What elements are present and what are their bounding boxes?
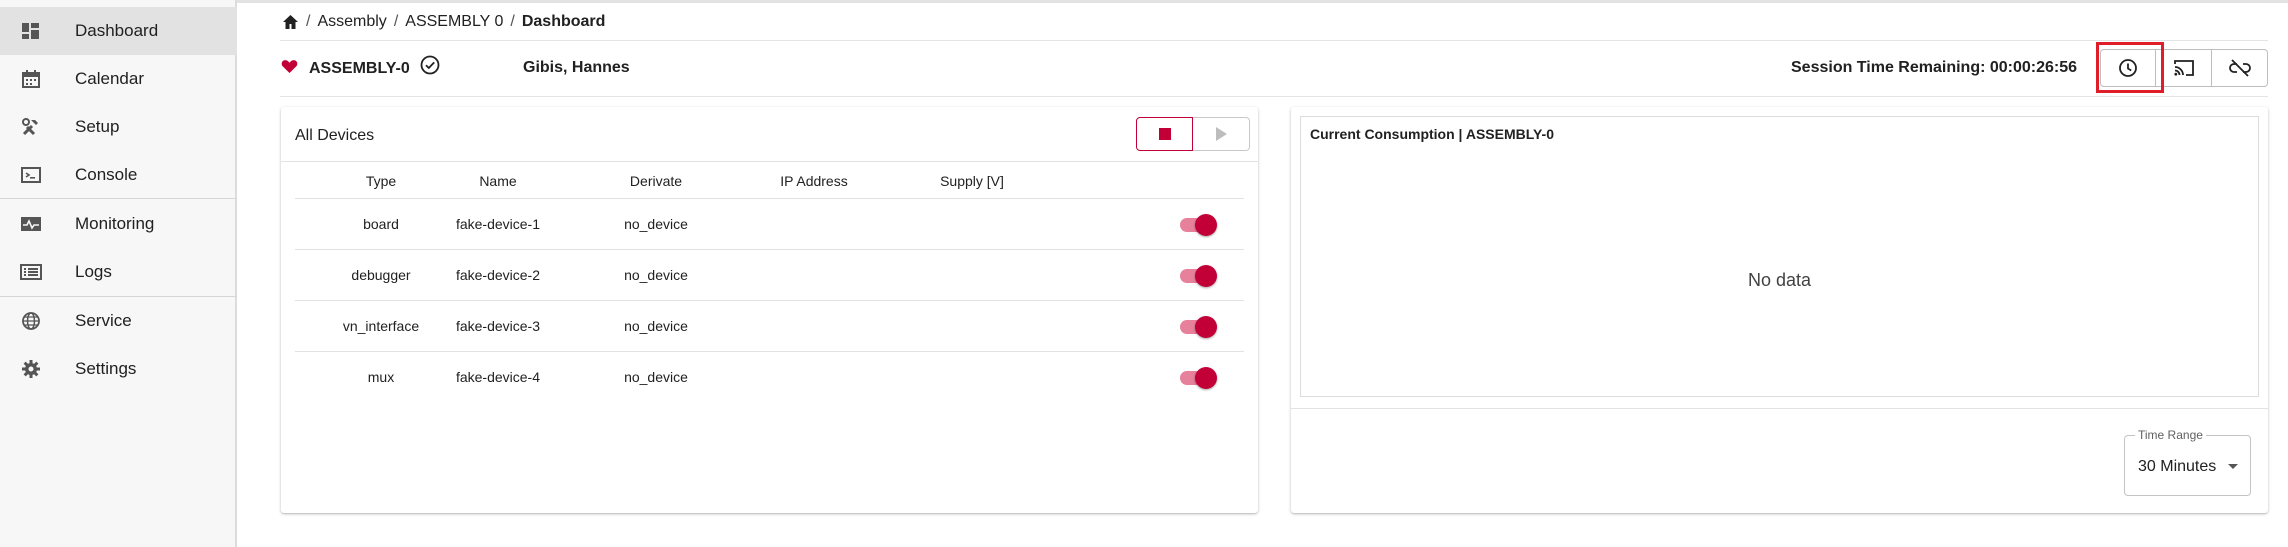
clock-icon — [2117, 57, 2139, 79]
sidebar-item-console[interactable]: Console — [0, 151, 237, 199]
calendar-icon — [20, 69, 42, 89]
sidebar-item-label: Dashboard — [75, 21, 159, 40]
no-data-message: No data — [1747, 270, 1812, 290]
gear-icon — [20, 359, 42, 379]
column-header-name: Name — [479, 173, 517, 189]
column-header-ip-address: IP Address — [780, 173, 848, 189]
consumption-card: Current Consumption | ASSEMBLY-0 No data… — [1291, 107, 2268, 513]
device-enable-toggle[interactable] — [1180, 366, 1218, 390]
device-control-group — [1136, 117, 1250, 151]
unlink-button[interactable] — [2212, 49, 2268, 87]
consumption-chart-area: Current Consumption | ASSEMBLY-0 No data — [1300, 116, 2259, 397]
globe-icon — [20, 311, 42, 331]
devices-card: All Devices Type Name Derivate IP Addres… — [281, 107, 1258, 513]
cell-type: board — [363, 216, 399, 232]
terminal-icon — [20, 165, 42, 185]
device-enable-toggle[interactable] — [1180, 213, 1218, 237]
dashboard-icon — [20, 21, 42, 41]
cell-name: fake-device-4 — [455, 369, 541, 385]
list-icon — [20, 262, 42, 282]
cell-name: fake-device-3 — [455, 318, 541, 334]
column-header-type: Type — [365, 173, 397, 189]
session-time-remaining: Session Time Remaining: 00:00:26:56 — [1791, 59, 2078, 76]
sidebar-item-label: Console — [75, 165, 138, 184]
unlink-icon — [2228, 58, 2252, 78]
cell-derivate: no_device — [624, 216, 688, 232]
sidebar-item-calendar[interactable]: Calendar — [0, 55, 237, 103]
session-user: Gibis, Hannes — [523, 59, 630, 76]
assembly-name: ASSEMBLY-0 — [309, 60, 410, 77]
stop-icon — [1158, 128, 1171, 140]
devices-title: All Devices — [295, 127, 375, 144]
row-divider — [295, 300, 1244, 301]
time-range-value: 30 Minutes — [2138, 458, 2217, 475]
row-divider — [295, 249, 1244, 250]
time-range-label: Time Range — [2135, 428, 2206, 442]
sidebar-item-label: Settings — [75, 359, 137, 378]
stop-button[interactable] — [1136, 117, 1193, 151]
cell-type: debugger — [351, 267, 411, 283]
column-header-derivate: Derivate — [629, 173, 683, 189]
time-range-select[interactable]: Time Range 30 Minutes — [2124, 428, 2251, 496]
divider — [280, 96, 2268, 97]
session-button-group — [2100, 49, 2268, 87]
row-divider — [295, 198, 1244, 199]
cell-name: fake-device-1 — [455, 216, 541, 232]
sidebar-item-settings[interactable]: Settings — [0, 345, 237, 393]
tools-icon — [20, 117, 42, 137]
cell-derivate: no_device — [624, 369, 688, 385]
extend-session-button[interactable] — [2100, 49, 2156, 87]
consumption-title: Current Consumption | ASSEMBLY-0 — [1310, 126, 1555, 142]
column-header-supply: Supply [V] — [940, 173, 1004, 189]
sidebar: Dashboard Calendar Setup Console Monitor… — [0, 0, 237, 547]
sidebar-item-service[interactable]: Service — [0, 297, 237, 345]
sidebar-item-label: Logs — [75, 262, 112, 281]
sidebar-item-setup[interactable]: Setup — [0, 103, 237, 151]
breadcrumb: / Assembly / ASSEMBLY 0 / Dashboard — [282, 11, 605, 33]
sidebar-item-label: Setup — [75, 117, 120, 136]
play-button[interactable] — [1193, 117, 1250, 151]
divider — [1291, 408, 2268, 409]
breadcrumb-current: Dashboard — [521, 13, 606, 30]
caret-down-icon — [2228, 464, 2238, 469]
divider — [281, 161, 1258, 162]
favorite-heart-icon[interactable] — [281, 59, 298, 79]
play-icon — [1215, 127, 1227, 141]
breadcrumb-separator: / — [393, 13, 399, 30]
sidebar-item-dashboard[interactable]: Dashboard — [0, 7, 237, 55]
cast-icon — [2172, 58, 2196, 78]
sidebar-item-label: Service — [75, 311, 132, 330]
row-divider — [295, 351, 1244, 352]
device-enable-toggle[interactable] — [1180, 264, 1218, 288]
sidebar-divider — [0, 198, 237, 199]
breadcrumb-separator: / — [510, 13, 515, 30]
sidebar-item-label: Monitoring — [75, 214, 155, 233]
breadcrumb-assembly[interactable]: Assembly — [317, 13, 386, 31]
device-enable-toggle[interactable] — [1180, 315, 1218, 339]
sidebar-item-logs[interactable]: Logs — [0, 248, 237, 296]
breadcrumb-assembly-0[interactable]: ASSEMBLY 0 — [405, 13, 503, 31]
divider — [280, 40, 2268, 41]
cell-derivate: no_device — [624, 267, 688, 283]
cell-type: vn_interface — [342, 318, 420, 334]
sidebar-item-label: Calendar — [75, 69, 144, 88]
breadcrumb-separator: / — [306, 13, 311, 30]
check-circle-icon — [419, 54, 441, 81]
home-icon[interactable] — [282, 14, 299, 30]
cell-type: mux — [367, 369, 395, 385]
cast-button[interactable] — [2156, 49, 2212, 87]
cell-name: fake-device-2 — [455, 267, 541, 283]
sidebar-item-monitoring[interactable]: Monitoring — [0, 200, 237, 248]
monitor-heartbeat-icon — [20, 214, 42, 234]
cell-derivate: no_device — [624, 318, 688, 334]
top-edge — [0, 0, 2288, 3]
